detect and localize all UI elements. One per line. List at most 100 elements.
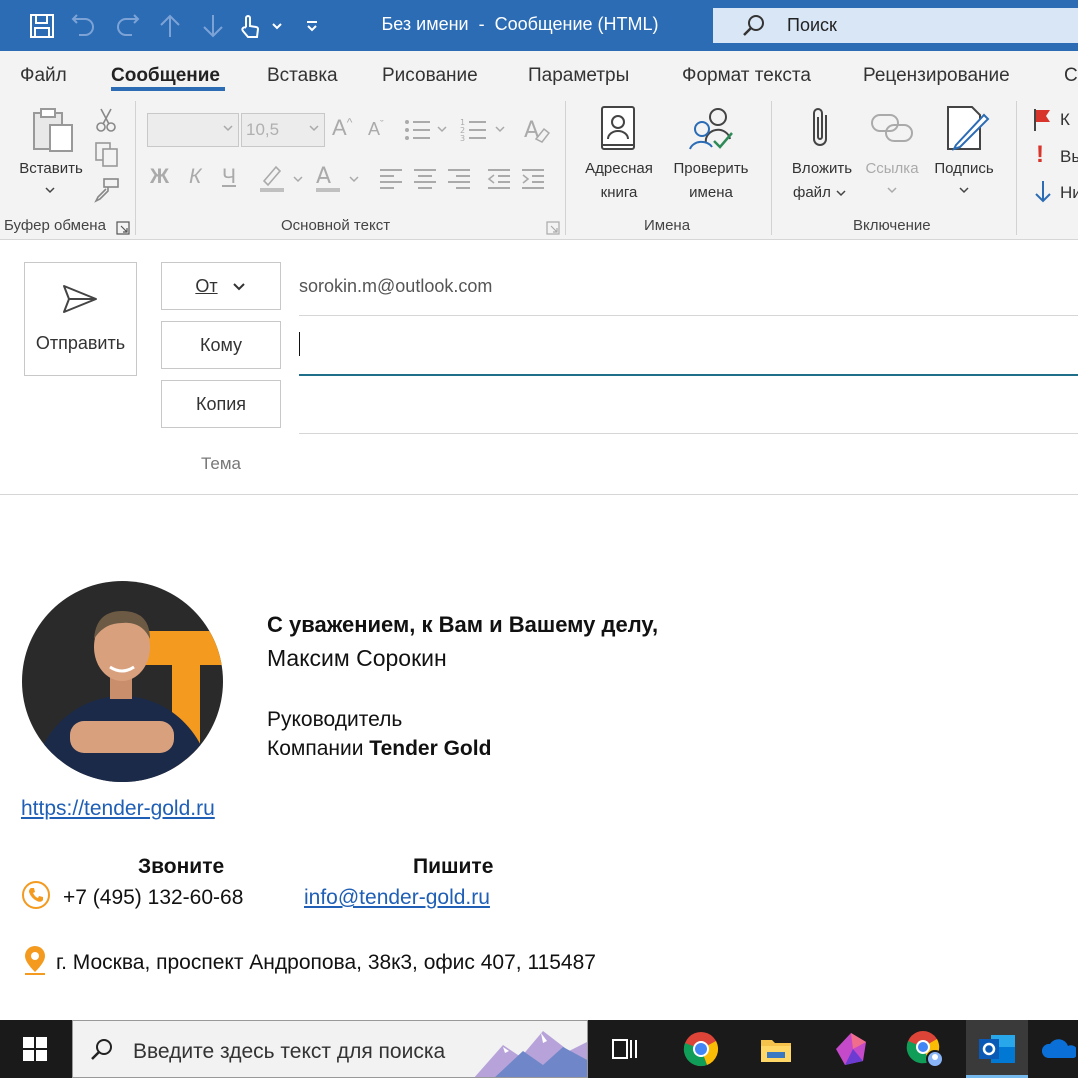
windows-start-icon[interactable] xyxy=(4,1020,66,1078)
from-value: sorokin.m@outlook.com xyxy=(299,276,493,296)
tab-more[interactable]: Сп xyxy=(1064,65,1078,87)
address-book-label-1[interactable]: Адресная xyxy=(574,157,664,181)
text-caret xyxy=(299,332,300,356)
names-group-label: Имена xyxy=(644,217,691,234)
dialog-launcher-icon[interactable] xyxy=(546,221,560,235)
email-link[interactable]: info@tender-gold.ru xyxy=(304,886,490,910)
bullets-icon[interactable] xyxy=(404,117,448,143)
tab-review[interactable]: Рецензирование xyxy=(863,65,1010,87)
task-view-icon[interactable] xyxy=(594,1020,656,1078)
tab-format-text[interactable]: Формат текста xyxy=(682,65,811,87)
format-painter-icon[interactable] xyxy=(94,177,120,203)
save-icon[interactable] xyxy=(28,12,56,40)
link-label[interactable]: Ссылка xyxy=(856,157,928,181)
underline-button[interactable]: Ч xyxy=(222,165,236,189)
link-icon[interactable] xyxy=(870,111,916,145)
high-importance-label[interactable]: Вы xyxy=(1060,147,1078,167)
attach-file-label-2: файл xyxy=(793,184,831,201)
search-label: Поиск xyxy=(787,15,837,35)
high-importance-icon[interactable]: ! xyxy=(1036,141,1044,169)
chevron-down-icon xyxy=(308,123,320,133)
attach-file-label-1[interactable]: Вложить xyxy=(780,157,864,181)
cut-icon[interactable] xyxy=(94,107,118,133)
highlight-icon[interactable] xyxy=(258,163,306,193)
paste-icon[interactable] xyxy=(30,107,76,153)
increase-indent-icon[interactable] xyxy=(520,167,546,189)
shrink-font-icon[interactable]: Aˇ xyxy=(368,119,384,140)
low-importance-label[interactable]: Ни xyxy=(1060,183,1078,203)
window-title: Без имени - Сообщение (HTML) xyxy=(381,14,659,34)
font-size-combo[interactable]: 10,5 xyxy=(241,113,325,147)
paste-button[interactable]: Вставить xyxy=(12,157,90,181)
cc-button[interactable]: Копия xyxy=(161,380,281,428)
attach-file-dropdown[interactable]: файл xyxy=(793,181,847,205)
send-icon xyxy=(61,283,99,315)
arrow-down-icon[interactable] xyxy=(199,12,227,40)
address-book-icon[interactable] xyxy=(598,105,638,151)
signature-icon[interactable] xyxy=(944,105,990,151)
tab-draw[interactable]: Рисование xyxy=(382,65,478,87)
paste-dropdown-icon[interactable] xyxy=(44,185,56,195)
send-button[interactable]: Отправить xyxy=(24,262,137,376)
onedrive-icon[interactable] xyxy=(1040,1020,1078,1078)
tab-message[interactable]: Сообщение xyxy=(111,65,220,87)
ribbon: Вставить Буфер обмена 10,5 A^ Aˇ 123 A Ж… xyxy=(0,101,1078,240)
copy-icon[interactable] xyxy=(94,141,120,167)
check-names-icon[interactable] xyxy=(688,105,736,151)
decrease-indent-icon[interactable] xyxy=(486,167,512,189)
italic-button[interactable]: К xyxy=(189,165,201,189)
undo-icon[interactable] xyxy=(70,12,98,40)
taskbar-search-box[interactable]: Введите здесь текст для поиска xyxy=(72,1020,588,1078)
redo-icon[interactable] xyxy=(113,12,141,40)
call-heading: Звоните xyxy=(138,855,225,878)
arrow-up-icon[interactable] xyxy=(156,12,184,40)
tab-insert[interactable]: Вставка xyxy=(267,65,338,87)
search-box[interactable]: Поиск xyxy=(713,8,1078,43)
customize-toolbar-icon[interactable] xyxy=(298,12,326,40)
font-name-combo[interactable] xyxy=(147,113,239,147)
numbering-icon[interactable]: 123 xyxy=(460,117,506,143)
chevron-down-icon[interactable] xyxy=(886,185,898,195)
signature-label[interactable]: Подпись xyxy=(926,157,1002,181)
address-book-label-2[interactable]: книга xyxy=(574,181,664,205)
ribbon-tabs: Файл Сообщение Вставка Рисование Парамет… xyxy=(0,51,1078,101)
grow-font-icon[interactable]: A^ xyxy=(332,115,352,141)
file-explorer-icon[interactable] xyxy=(745,1020,807,1078)
check-names-label-2[interactable]: имена xyxy=(664,181,758,205)
title-bar: Без имени - Сообщение (HTML) Поиск xyxy=(0,0,1078,51)
to-label: Кому xyxy=(199,335,243,355)
app-icon[interactable] xyxy=(820,1020,882,1078)
bold-button[interactable]: Ж xyxy=(150,165,169,189)
low-importance-icon[interactable] xyxy=(1032,179,1054,205)
touch-mode-icon[interactable] xyxy=(236,12,264,40)
chrome-icon[interactable] xyxy=(670,1020,732,1078)
from-button[interactable]: От xyxy=(161,262,281,310)
flag-icon[interactable] xyxy=(1032,107,1054,133)
check-names-label-1[interactable]: Проверить xyxy=(664,157,758,181)
subject-label: Тема xyxy=(200,454,242,473)
align-center-icon[interactable] xyxy=(412,167,438,189)
font-color-icon[interactable]: A xyxy=(314,163,362,193)
chevron-down-icon[interactable] xyxy=(263,12,291,40)
clear-formatting-icon[interactable]: A xyxy=(522,115,550,143)
align-right-icon[interactable] xyxy=(446,167,472,189)
subject-input[interactable] xyxy=(299,450,1078,486)
to-input[interactable] xyxy=(299,330,1078,374)
chevron-down-icon[interactable] xyxy=(958,185,970,195)
followup-label[interactable]: К xyxy=(1060,110,1070,130)
chrome-profile-icon[interactable] xyxy=(894,1020,956,1078)
outlook-icon[interactable] xyxy=(966,1020,1028,1078)
group-separator xyxy=(771,101,772,235)
attach-file-icon[interactable] xyxy=(806,105,836,151)
write-heading: Пишите xyxy=(413,855,494,878)
website-link[interactable]: https://tender-gold.ru xyxy=(21,797,215,821)
cc-input[interactable] xyxy=(299,390,1078,430)
group-separator xyxy=(135,101,136,235)
to-button[interactable]: Кому xyxy=(161,321,281,369)
tab-file[interactable]: Файл xyxy=(20,65,67,87)
taskbar: Введите здесь текст для поиска xyxy=(0,1020,1078,1078)
chevron-down-icon xyxy=(222,123,234,133)
dialog-launcher-icon[interactable] xyxy=(116,221,130,235)
align-left-icon[interactable] xyxy=(378,167,404,189)
tab-options[interactable]: Параметры xyxy=(528,65,629,87)
